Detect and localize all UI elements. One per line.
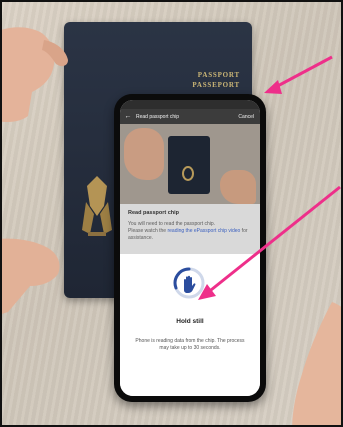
passport-cover-line1: PASSPORT: [197, 71, 240, 79]
section-heading: Read passport chip: [128, 210, 180, 216]
passport-cover-title: PASSPORT PASSEPORT: [192, 70, 240, 90]
photo-frame: PASSPORT PASSEPORT ← Read passport chip …: [0, 0, 343, 427]
video-crest: [182, 166, 194, 181]
status-description: Phone is reading data from the chip. The…: [135, 338, 245, 351]
instruction-video[interactable]: [120, 124, 260, 204]
status-bar: [120, 100, 260, 109]
status-title: Hold still: [176, 318, 204, 325]
screen-title: Read passport chip: [136, 113, 180, 120]
hand-icon: [184, 275, 196, 293]
bottom-sheet: Hold still Phone is reading data from th…: [120, 254, 260, 396]
back-arrow-icon[interactable]: ←: [120, 109, 136, 124]
video-help-link[interactable]: reading the ePassport chip video: [167, 228, 240, 234]
right-hand: [292, 302, 341, 425]
left-hand-bottom: [2, 238, 60, 314]
cancel-button[interactable]: Cancel: [238, 114, 260, 120]
video-passport: [168, 136, 210, 194]
help-prefix: Please watch the: [128, 228, 168, 234]
progress-spinner: [173, 267, 205, 299]
video-hand: [124, 128, 164, 180]
left-hand-top: [2, 27, 68, 122]
help-text: Please watch the reading the ePassport c…: [128, 228, 252, 242]
instruction-section: Read passport chip You will need to read…: [120, 204, 260, 254]
app-header: ← Read passport chip Cancel: [120, 109, 260, 124]
smartphone: ← Read passport chip Cancel Read passpor…: [114, 94, 266, 402]
passport-cover-line2: PASSEPORT: [192, 81, 240, 89]
phone-screen: ← Read passport chip Cancel Read passpor…: [120, 100, 260, 396]
video-hand-right: [220, 170, 256, 204]
coat-of-arms-emblem: [82, 176, 112, 236]
instruction-text: You will need to read the passport chip.: [128, 221, 216, 227]
